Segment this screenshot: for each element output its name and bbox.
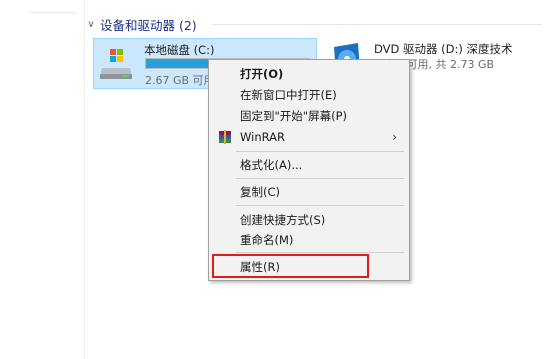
menu-item-copy[interactable]: 复制(C) [209, 182, 409, 202]
menu-separator [236, 151, 404, 152]
navigation-pane-divider [84, 0, 85, 359]
drive-c-name: 本地磁盘 (C:) [144, 43, 215, 57]
menu-separator [236, 178, 404, 179]
menu-item-winrar[interactable]: WinRAR › [209, 127, 409, 147]
menu-item-open-new-window-label: 在新窗口中打开(E) [240, 88, 337, 102]
context-menu: 打开(O) 在新窗口中打开(E) 固定到"开始"屏幕(P) WinRAR › 格… [208, 59, 410, 281]
menu-item-open[interactable]: 打开(O) [209, 64, 409, 84]
chevron-down-icon[interactable]: ∨ [86, 19, 96, 30]
menu-item-winrar-label: WinRAR [240, 130, 285, 144]
menu-item-format[interactable]: 格式化(A)... [209, 155, 409, 175]
menu-item-open-new-window[interactable]: 在新窗口中打开(E) [209, 85, 409, 105]
hard-drive-icon [100, 49, 132, 79]
header-rule [30, 12, 76, 13]
menu-item-rename[interactable]: 重命名(M) [209, 230, 409, 250]
properties-highlight-box [212, 254, 369, 278]
drive-d-name: DVD 驱动器 (D:) 深度技术 [374, 42, 513, 56]
menu-item-rename-label: 重命名(M) [240, 233, 294, 247]
menu-item-create-shortcut[interactable]: 创建快捷方式(S) [209, 210, 409, 230]
menu-item-open-label: 打开(O) [240, 67, 284, 81]
group-title: 设备和驱动器 (2) [100, 17, 197, 33]
menu-item-format-label: 格式化(A)... [240, 158, 303, 172]
menu-separator [236, 205, 404, 206]
menu-item-pin-start[interactable]: 固定到"开始"屏幕(P) [209, 106, 409, 126]
group-rule [212, 24, 542, 25]
winrar-icon [219, 130, 231, 144]
menu-separator [236, 252, 404, 253]
menu-item-copy-label: 复制(C) [240, 185, 281, 199]
chevron-right-icon: › [392, 130, 397, 144]
drive-c-free-text: 2.67 GB 可用 [145, 74, 215, 87]
group-header-devices[interactable]: ∨ 设备和驱动器 (2) [86, 14, 197, 34]
menu-item-create-shortcut-label: 创建快捷方式(S) [240, 213, 326, 227]
menu-item-pin-start-label: 固定到"开始"屏幕(P) [240, 109, 347, 123]
